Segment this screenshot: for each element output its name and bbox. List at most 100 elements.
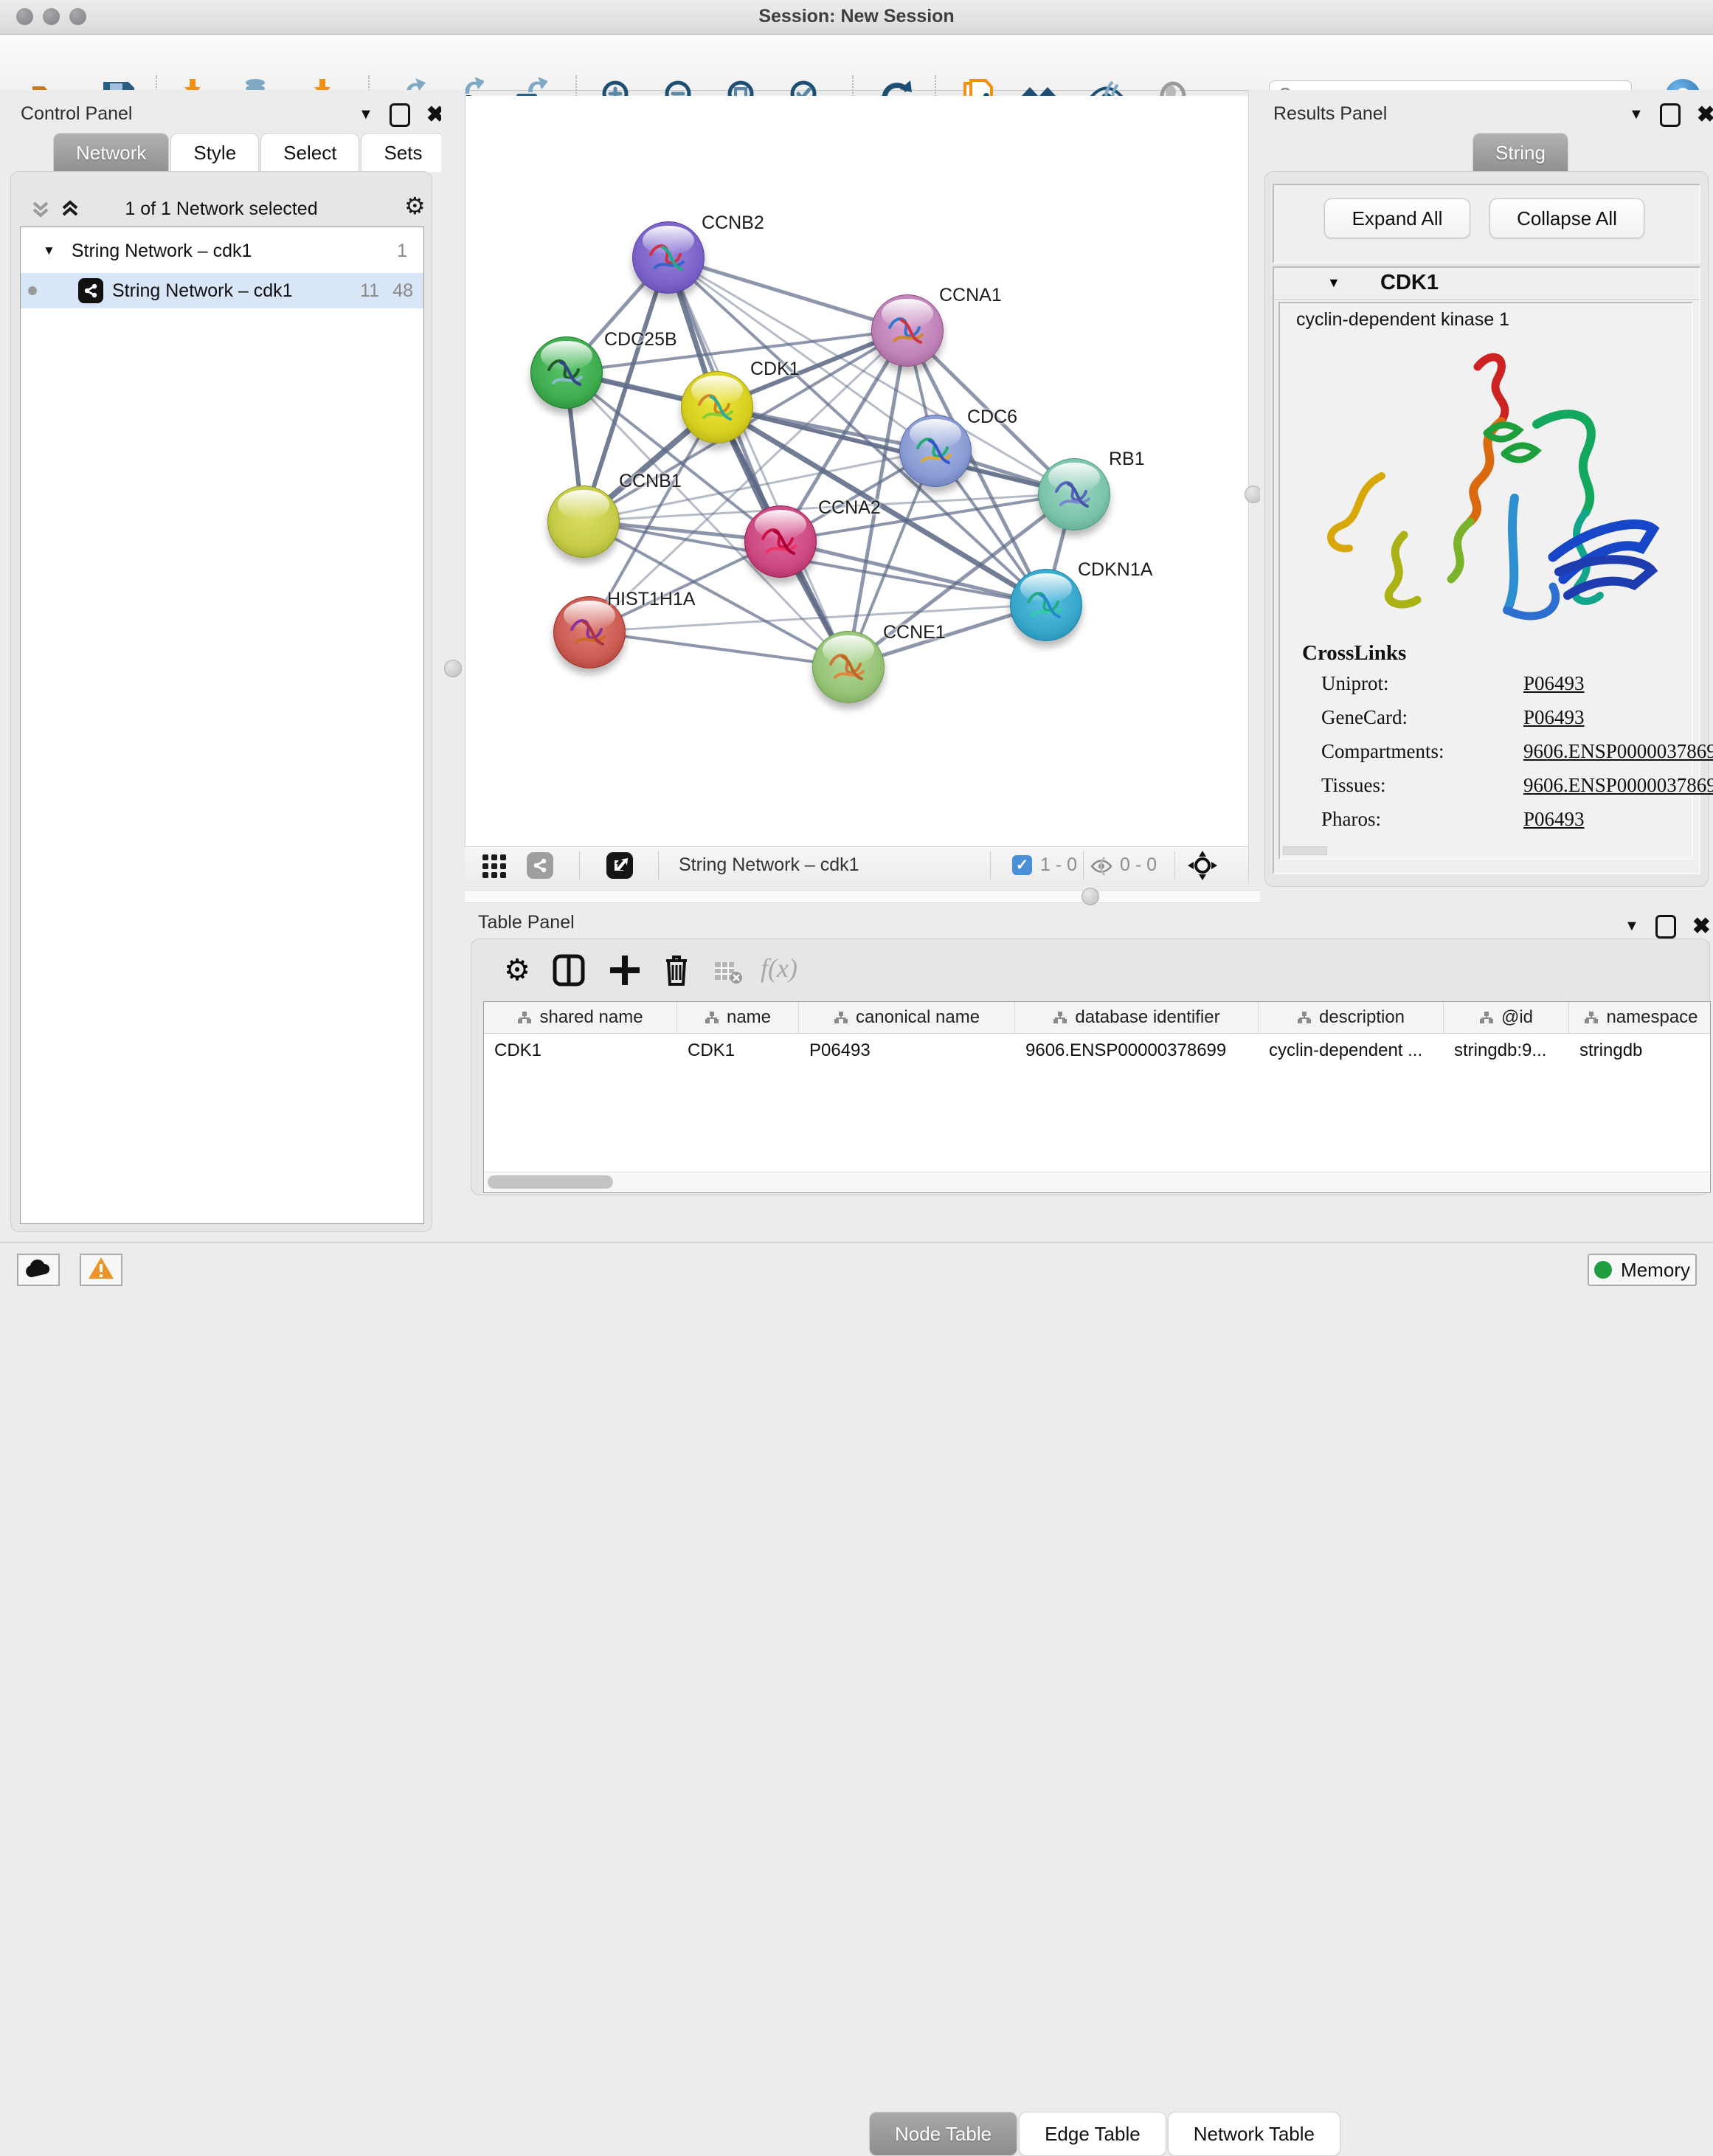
network-node-cdkn1a[interactable] xyxy=(1010,569,1082,641)
tab-sets[interactable]: Sets xyxy=(361,133,445,172)
node-label: CDKN1A xyxy=(1078,559,1152,581)
float-panel-icon[interactable] xyxy=(1660,103,1681,127)
close-panel-icon[interactable]: ✖ xyxy=(1692,913,1711,939)
network-node-ccnb1[interactable] xyxy=(547,486,620,558)
network-view-canvas[interactable]: CCNB2 CCNA1 CDC25B CDK1 CDC6 xyxy=(465,96,1250,846)
network-edges-layer[interactable] xyxy=(466,96,1249,846)
warning-status-button[interactable] xyxy=(80,1254,122,1286)
selected-nodes-checkbox[interactable]: ✓ xyxy=(1012,855,1032,875)
float-menu-icon[interactable]: ▼ xyxy=(1629,106,1644,123)
table-h-scrollbar-thumb[interactable] xyxy=(488,1175,613,1189)
network-edge[interactable] xyxy=(668,257,907,330)
column-header-namespace[interactable]: namespace xyxy=(1569,1002,1711,1033)
crosslink-link[interactable]: P06493 xyxy=(1523,808,1585,831)
horizontal-splitter-grip[interactable] xyxy=(1082,888,1099,905)
window-titlebar: Session: New Session xyxy=(0,0,1713,35)
network-node-ccne1[interactable] xyxy=(812,631,885,703)
float-menu-icon[interactable]: ▼ xyxy=(359,106,373,123)
memory-status-dot-icon xyxy=(1594,1261,1612,1279)
column-type-icon xyxy=(1584,1011,1599,1024)
network-row-selected[interactable]: String Network – cdk1 11 48 xyxy=(21,273,423,308)
network-node-cdk1[interactable] xyxy=(681,371,753,443)
tab-node-table[interactable]: Node Table xyxy=(869,2112,1017,2156)
cloud-status-button[interactable] xyxy=(17,1254,60,1286)
column-header--id[interactable]: @id xyxy=(1444,1002,1569,1033)
tab-style[interactable]: Style xyxy=(170,133,259,172)
table-panel: Table Panel ▼ ✖ ⚙ f(x) shared name name xyxy=(465,909,1713,1242)
table-panel-title: Table Panel xyxy=(478,912,575,933)
table-h-scrollbar[interactable] xyxy=(485,1172,1709,1192)
crosslink-label: Tissues: xyxy=(1321,774,1386,797)
tab-select[interactable]: Select xyxy=(260,133,359,172)
float-menu-icon[interactable]: ▼ xyxy=(1624,918,1639,935)
column-header-database-identifier[interactable]: database identifier xyxy=(1015,1002,1259,1033)
expand-all-button[interactable]: Expand All xyxy=(1324,198,1470,238)
crosslink-label: Uniprot: xyxy=(1321,672,1389,695)
selected-count: 1 - 0 xyxy=(1040,854,1077,876)
create-column-icon[interactable] xyxy=(606,951,644,989)
grid-view-icon[interactable] xyxy=(481,853,508,883)
crosslink-link[interactable]: 9606.ENSP00000378699 xyxy=(1523,740,1713,763)
main-toolbar: ? xyxy=(0,35,1713,91)
tab-network[interactable]: Network xyxy=(53,133,169,172)
close-panel-icon[interactable]: ✖ xyxy=(1697,102,1713,128)
table-row[interactable]: CDK1CDK1P064939606.ENSP00000378699cyclin… xyxy=(484,1034,1710,1068)
network-selection-summary: 1 of 1 Network selected xyxy=(11,198,432,220)
memory-label: Memory xyxy=(1621,1259,1690,1282)
node-label: CDC25B xyxy=(604,329,677,350)
left-splitter-grip[interactable] xyxy=(444,660,462,677)
string-badge-icon[interactable] xyxy=(527,852,553,879)
column-header-name[interactable]: name xyxy=(677,1002,799,1033)
left-splitter[interactable] xyxy=(441,90,466,1242)
protein-section-header[interactable]: ▼ CDK1 xyxy=(1274,268,1699,300)
table-options-gear-icon[interactable]: ⚙ xyxy=(498,951,536,989)
node-label: CDK1 xyxy=(750,359,800,380)
network-collection-row[interactable]: ▼ String Network – cdk1 1 xyxy=(21,233,423,269)
network-node-cdc6[interactable] xyxy=(899,415,972,487)
network-edge[interactable] xyxy=(589,632,848,666)
function-builder-icon[interactable]: f(x) xyxy=(761,953,797,984)
right-splitter[interactable] xyxy=(1248,90,1261,884)
network-node-ccna2[interactable] xyxy=(744,505,817,578)
crosslink-link[interactable]: 9606.ENSP00000378699 xyxy=(1523,774,1713,797)
protein-description: cyclin-dependent kinase 1 xyxy=(1296,309,1509,331)
tab-network-table[interactable]: Network Table xyxy=(1168,2112,1340,2156)
network-node-ccnb2[interactable] xyxy=(632,221,705,294)
crosslinks-scrollbar[interactable] xyxy=(1283,846,1327,855)
string-network-icon xyxy=(78,278,103,303)
network-options-gear-icon[interactable]: ⚙ xyxy=(404,194,426,218)
show-columns-icon[interactable] xyxy=(550,951,588,989)
network-node-rb1[interactable] xyxy=(1038,458,1110,531)
protein-ribbon-art xyxy=(539,348,595,396)
protein-ribbon-art xyxy=(752,516,809,565)
column-header-shared-name[interactable]: shared name xyxy=(484,1002,677,1033)
network-node-ccna1[interactable] xyxy=(871,294,944,367)
results-panel-title: Results Panel xyxy=(1273,103,1387,125)
status-bar: Memory xyxy=(0,1242,1713,1295)
birdseye-crosshair-icon[interactable] xyxy=(1188,851,1217,884)
float-panel-icon[interactable] xyxy=(1655,915,1676,939)
network-view-title: String Network – cdk1 xyxy=(679,854,859,876)
network-collection-label: String Network – cdk1 xyxy=(72,241,252,262)
collapse-triangle-icon[interactable]: ▼ xyxy=(1327,275,1340,291)
column-header-description[interactable]: description xyxy=(1259,1002,1444,1033)
tab-string[interactable]: String xyxy=(1473,133,1568,172)
memory-button[interactable]: Memory xyxy=(1588,1254,1697,1286)
edge-count: 48 xyxy=(392,280,413,302)
crosslink-link[interactable]: P06493 xyxy=(1523,672,1585,695)
float-panel-icon[interactable] xyxy=(390,103,410,127)
table-cell: P06493 xyxy=(799,1034,1015,1068)
delete-table-icon[interactable] xyxy=(709,954,747,992)
open-in-window-icon[interactable] xyxy=(606,852,633,879)
delete-column-trash-icon[interactable] xyxy=(657,951,696,989)
protein-ribbon-art xyxy=(907,426,963,474)
collapse-triangle-icon[interactable]: ▼ xyxy=(43,243,55,258)
crosslink-link[interactable]: P06493 xyxy=(1523,706,1585,729)
collapse-all-button[interactable]: Collapse All xyxy=(1489,198,1644,238)
tab-edge-table[interactable]: Edge Table xyxy=(1019,2112,1166,2156)
current-network-dot-icon xyxy=(28,286,37,295)
protein-ribbon-art xyxy=(1046,469,1102,518)
warning-triangle-icon xyxy=(88,1257,114,1284)
network-node-cdc25b[interactable] xyxy=(530,336,603,409)
column-header-canonical-name[interactable]: canonical name xyxy=(799,1002,1015,1033)
